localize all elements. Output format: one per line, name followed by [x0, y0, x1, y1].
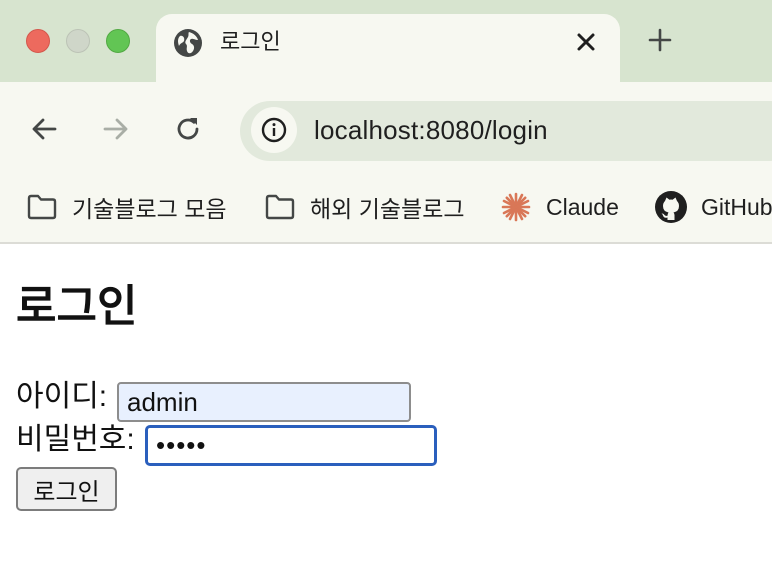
- window-close-button[interactable]: [26, 29, 50, 53]
- page-title: 로그인: [16, 282, 138, 331]
- folder-icon: [263, 190, 297, 224]
- info-icon: [261, 117, 287, 143]
- username-input[interactable]: [117, 382, 411, 422]
- window-minimize-button[interactable]: [66, 29, 90, 53]
- login-button[interactable]: 로그인: [16, 467, 117, 511]
- tab-strip: 로그인: [0, 0, 772, 82]
- bookmark-label: GitHub: [701, 193, 772, 220]
- address-bar[interactable]: localhost:8080/login: [240, 101, 772, 161]
- close-tab-icon[interactable]: [572, 28, 600, 56]
- url-text[interactable]: localhost:8080/login: [314, 113, 548, 147]
- reload-icon[interactable]: [172, 113, 204, 145]
- github-icon: [654, 190, 688, 224]
- bookmark-label: Claude: [546, 193, 619, 220]
- bookmark-github[interactable]: GitHub: [654, 190, 772, 224]
- password-label: 비밀번호:: [16, 423, 135, 456]
- back-arrow-icon[interactable]: [28, 113, 60, 145]
- globe-icon: [172, 27, 204, 59]
- page-content: 로그인 아이디: 비밀번호: 로그인: [0, 244, 772, 564]
- bookmark-folder-tech-blogs[interactable]: 기술블로그 모음: [25, 190, 227, 224]
- bookmark-label: 해외 기술블로그: [310, 196, 465, 222]
- bookmark-claude[interactable]: Claude: [499, 190, 619, 224]
- new-tab-icon[interactable]: [646, 26, 674, 54]
- browser-toolbar: localhost:8080/login: [0, 82, 772, 175]
- bookmark-label: 기술블로그 모음: [72, 196, 227, 222]
- forward-arrow-icon[interactable]: [100, 113, 132, 145]
- username-label: 아이디:: [16, 380, 108, 413]
- window-maximize-button[interactable]: [106, 29, 130, 53]
- bookmark-folder-overseas-blogs[interactable]: 해외 기술블로그: [263, 190, 465, 224]
- site-info-button[interactable]: [251, 107, 297, 153]
- folder-icon: [25, 190, 59, 224]
- bookmarks-bar: 기술블로그 모음 해외 기술블로그 Claude GitHub: [0, 175, 772, 244]
- tab-active[interactable]: 로그인: [156, 14, 620, 82]
- password-input[interactable]: [145, 425, 437, 466]
- claude-icon: [499, 190, 533, 224]
- tab-title: 로그인: [220, 29, 281, 54]
